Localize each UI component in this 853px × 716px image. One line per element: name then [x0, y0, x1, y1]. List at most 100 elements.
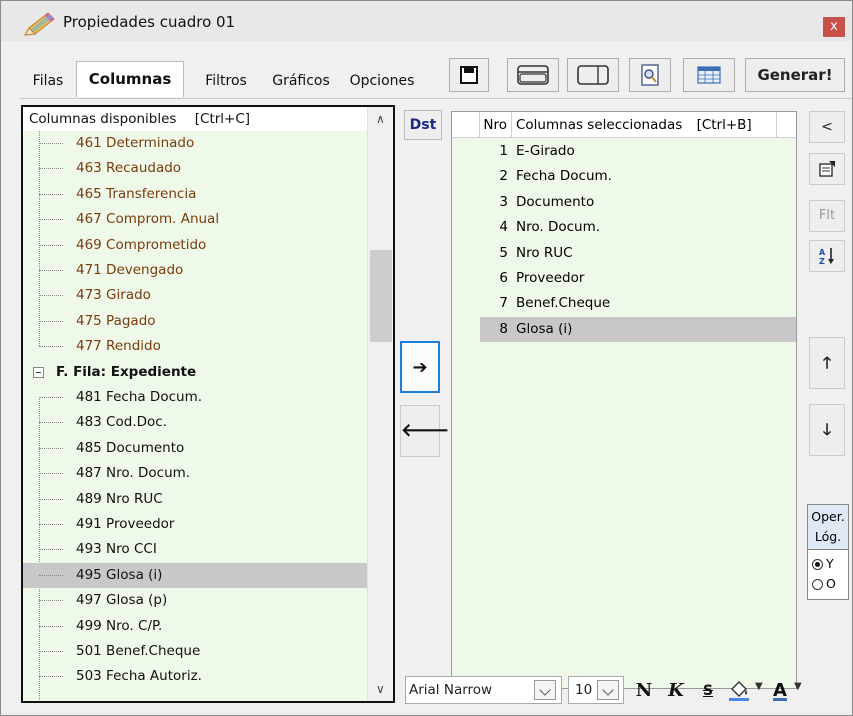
save-icon [460, 66, 478, 84]
tree-item-label: 481 Fecha Docum. [76, 389, 203, 405]
selected-columns-grid: Nro Columnas seleccionadas [Ctrl+B] 1 E-G… [451, 111, 797, 689]
column-header-nro[interactable]: Nro [480, 112, 512, 138]
logic-option-y[interactable]: Y [812, 554, 834, 574]
row-column-name: Documento [516, 193, 595, 210]
properties-button[interactable] [809, 153, 845, 185]
dst-button[interactable]: Dst [404, 110, 442, 140]
grid-icon [697, 66, 721, 84]
tab-graficos[interactable]: Gráficos [261, 65, 341, 97]
scroll-down-icon[interactable]: ∨ [376, 682, 385, 696]
tree-item-label: 467 Comprom. Anual [76, 211, 220, 228]
arrow-down-icon: 🡓 [822, 420, 832, 439]
table-row[interactable]: 6 Proveedor [452, 266, 796, 291]
save-button[interactable] [449, 58, 489, 92]
chevron-down-icon[interactable] [597, 680, 619, 700]
tree-item[interactable]: 463 Recaudado [23, 156, 367, 181]
tree-group-node[interactable]: F. Fila: Expediente [23, 360, 367, 385]
remove-column-button[interactable]: 🡐 [400, 405, 449, 457]
fill-color-button[interactable] [725, 679, 753, 703]
selected-columns-shortcut: [Ctrl+B] [696, 117, 752, 133]
tree-connector [39, 295, 63, 297]
tree-item[interactable]: 483 Cod.Doc. [23, 410, 367, 435]
bold-button[interactable]: N [633, 679, 655, 703]
font-color-button[interactable]: A [769, 679, 791, 703]
tree-item-label: 477 Rendido [76, 338, 161, 355]
tree-item[interactable]: 493 Nro CCI [23, 537, 367, 562]
tree-item[interactable]: 477 Rendido [23, 334, 367, 359]
logic-operator-label: Oper. Lóg. [807, 504, 849, 550]
column-header-name[interactable]: Columnas seleccionadas [Ctrl+B] [516, 112, 752, 138]
tree-item-label: 475 Pagado [76, 312, 156, 329]
font-color-dropdown-icon[interactable]: ▼ [794, 681, 802, 692]
font-family-select[interactable]: Arial Narrow [405, 676, 562, 704]
tab-columnas[interactable]: Columnas [76, 61, 184, 97]
font-size-value: 10 [575, 682, 593, 698]
italic-button[interactable]: K [665, 679, 687, 703]
row-column-name: Glosa (i) [516, 320, 573, 337]
close-button[interactable]: x [823, 17, 845, 37]
tree-item[interactable]: 495 Glosa (i) [23, 562, 367, 589]
tree-item[interactable]: 503 Fecha Autoriz. [23, 664, 367, 689]
scrollbar-thumb[interactable] [370, 250, 392, 342]
tab-filtros[interactable]: Filtros [191, 65, 261, 97]
fill-color-dropdown-icon[interactable]: ▼ [755, 681, 763, 692]
row-number: 4 [499, 219, 508, 236]
logic-option-o[interactable]: O [812, 574, 836, 594]
tree-connector [39, 549, 63, 551]
radio-checked-icon[interactable] [812, 559, 823, 570]
preview-button[interactable] [629, 58, 671, 92]
tree-item[interactable]: 487 Nro. Docum. [23, 461, 367, 486]
collapse-toggle-icon[interactable] [33, 366, 44, 378]
strikethrough-button[interactable]: S [697, 679, 719, 703]
generate-button[interactable]: Generar! [745, 58, 845, 92]
scroll-up-icon[interactable]: ∧ [376, 112, 385, 126]
table-row[interactable]: 4 Nro. Docum. [452, 215, 796, 240]
available-columns-scrollbar[interactable]: ∧ ∨ [367, 107, 393, 701]
layout-top-button[interactable] [507, 58, 559, 92]
tree-item[interactable]: 469 Comprometido [23, 233, 367, 258]
tree-item[interactable]: 501 Benef.Cheque [23, 639, 367, 664]
tree-connector [39, 625, 63, 627]
filter-button[interactable]: Flt [809, 200, 845, 232]
table-row[interactable]: 5 Nro RUC [452, 241, 796, 266]
table-row[interactable]: 2 Fecha Docum. [452, 164, 796, 189]
tree-item[interactable]: 499 Nro. C/P. [23, 614, 367, 639]
table-row[interactable]: 8 Glosa (i) [452, 316, 796, 343]
chevron-down-icon[interactable] [534, 680, 556, 700]
grid-button[interactable] [683, 58, 735, 92]
tab-filas[interactable]: Filas [22, 65, 74, 97]
tree-item[interactable]: 475 Pagado [23, 309, 367, 334]
move-up-button[interactable]: 🡑 [809, 337, 845, 389]
tree-item[interactable]: 489 Nro RUC [23, 487, 367, 512]
move-down-button[interactable]: 🡓 [809, 404, 845, 456]
tree-item[interactable]: 491 Proveedor [23, 512, 367, 537]
header-divider [776, 112, 777, 138]
tree-item[interactable]: 497 Glosa (p) [23, 588, 367, 613]
back-button[interactable]: < [809, 111, 845, 143]
table-row[interactable]: 1 E-Girado [452, 139, 796, 164]
tab-opciones[interactable]: Opciones [341, 65, 423, 97]
toolbar-divider [20, 98, 852, 99]
tree-item-label: 495 Glosa (i) [76, 566, 163, 583]
sort-button[interactable]: A Z [809, 240, 845, 272]
tree-item[interactable]: 485 Documento [23, 436, 367, 461]
properties-icon [819, 161, 835, 177]
tree-item[interactable]: 471 Devengado [23, 258, 367, 283]
row-number: 3 [499, 193, 508, 210]
tree-item[interactable]: 465 Transferencia [23, 182, 367, 207]
arrow-right-icon: ➔ [412, 357, 428, 378]
tree-connector [39, 244, 63, 246]
table-row[interactable]: 7 Benef.Cheque [452, 291, 796, 316]
add-column-button[interactable]: ➔ [400, 341, 440, 393]
layout-top-icon [517, 65, 549, 85]
tree-item[interactable]: 461 Determinado [23, 131, 367, 156]
tree-item[interactable]: 467 Comprom. Anual [23, 207, 367, 232]
table-row[interactable]: 3 Documento [452, 190, 796, 215]
row-number: 2 [499, 168, 508, 185]
tree-item[interactable]: 473 Girado [23, 283, 367, 308]
title-bar: Propiedades cuadro 01 x [1, 1, 852, 41]
radio-unchecked-icon[interactable] [812, 579, 823, 590]
tree-item[interactable]: 481 Fecha Docum. [23, 385, 367, 410]
font-size-select[interactable]: 10 [568, 676, 624, 704]
layout-split-button[interactable] [567, 58, 619, 92]
